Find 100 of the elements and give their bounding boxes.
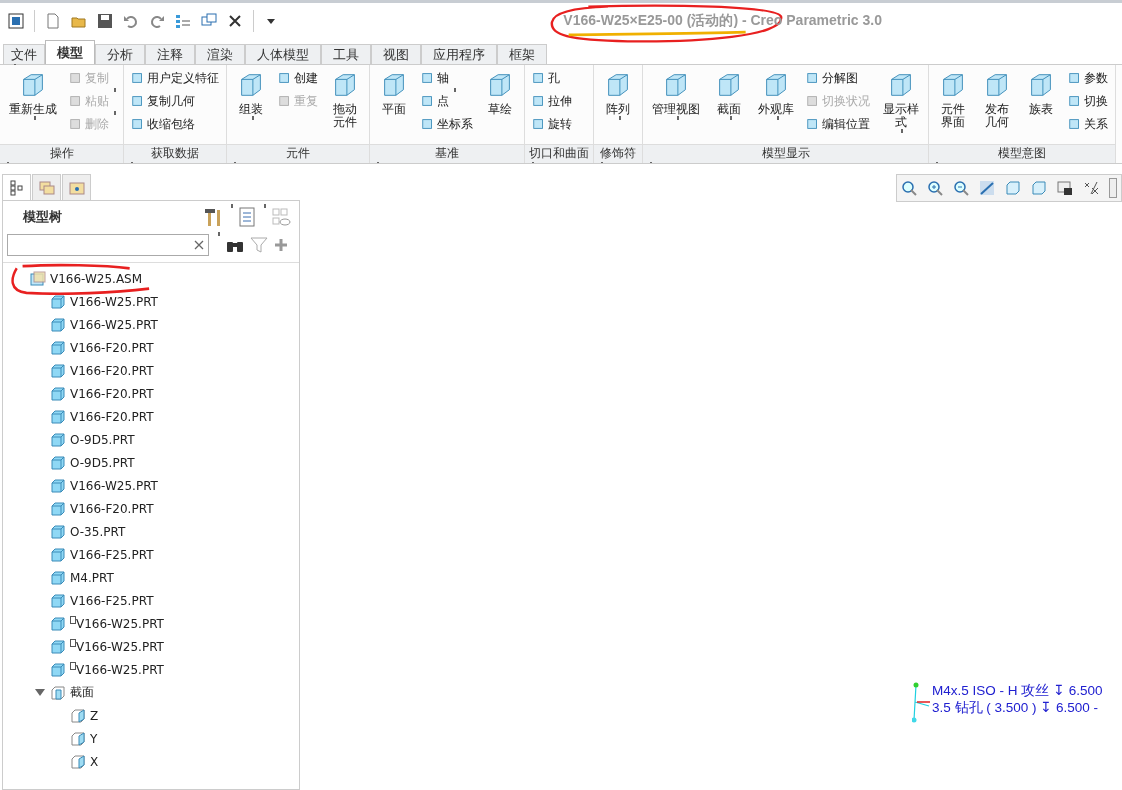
tree-item[interactable]: V166-W25.PRT — [76, 662, 164, 677]
ribbon-button[interactable]: 切换 — [1067, 91, 1110, 111]
zoom-in-icon[interactable] — [927, 180, 943, 196]
ribbon-button[interactable]: 用户定义特征 — [130, 68, 220, 88]
toolbar-button[interactable] — [1109, 178, 1117, 198]
ribbon-button[interactable]: 创建 — [277, 68, 319, 88]
hammer-icon[interactable] — [203, 207, 223, 227]
tree-item[interactable]: V166-W25.PRT — [70, 294, 158, 309]
ribbon-button[interactable]: 平面 — [376, 68, 412, 118]
ribbon-tab[interactable]: 注释 — [145, 44, 195, 64]
tree-item[interactable]: V166-F20.PRT — [70, 501, 154, 516]
ribbon-button[interactable]: 元件界面 — [935, 68, 972, 131]
ribbon-button[interactable]: 分解图 — [805, 68, 871, 88]
ribbon-button[interactable]: 草绘 — [482, 68, 518, 118]
box-icon — [532, 71, 546, 85]
tree-item[interactable]: V166-F25.PRT — [70, 593, 154, 608]
tree-item[interactable]: V166-F25.PRT — [70, 547, 154, 562]
ribbon-button[interactable]: 点 — [420, 91, 474, 111]
group-label[interactable]: 元件 — [227, 144, 369, 163]
group-label[interactable]: 修饰符 — [594, 144, 642, 163]
add-icon[interactable] — [274, 238, 288, 252]
ribbon-button[interactable]: 重新生成 — [6, 68, 60, 140]
repaint-icon[interactable] — [979, 180, 995, 196]
tree-item[interactable]: O-35.PRT — [70, 524, 126, 539]
ribbon-button[interactable]: 管理视图 — [649, 68, 703, 140]
zoom-out-icon[interactable] — [953, 180, 969, 196]
ribbon-button[interactable]: 截面 — [711, 68, 747, 140]
navigator-tab[interactable] — [2, 174, 31, 200]
undo-icon[interactable] — [123, 13, 139, 29]
tree-item[interactable]: V166-F20.PRT — [70, 340, 154, 355]
cube-icon[interactable] — [1005, 180, 1021, 196]
cube-list-icon[interactable] — [1031, 180, 1047, 196]
tree-item[interactable]: Z — [90, 708, 99, 723]
new-file-icon[interactable] — [45, 13, 61, 29]
ribbon-button[interactable]: 显示样式 — [879, 68, 923, 140]
close-icon[interactable] — [227, 13, 243, 29]
list-icon[interactable] — [175, 13, 191, 29]
ribbon-button[interactable]: 族表 — [1023, 68, 1060, 118]
tree-item[interactable]: V166-W25.PRT — [76, 639, 164, 654]
ribbon-button[interactable]: 孔 — [531, 68, 573, 88]
ribbon-tab[interactable]: 工具 — [321, 44, 371, 64]
tree-item[interactable]: V166-F20.PRT — [70, 409, 154, 424]
box-icon — [806, 71, 820, 85]
box-icon — [278, 94, 292, 108]
group-label[interactable]: 基准 — [370, 144, 524, 163]
search-field[interactable] — [7, 234, 209, 256]
ribbon-button[interactable]: 编辑位置 — [805, 114, 871, 134]
ribbon-button[interactable]: 坐标系 — [420, 114, 474, 134]
tree-item[interactable]: V166-W25.PRT — [76, 616, 164, 631]
ribbon-button[interactable]: 轴 — [420, 68, 474, 88]
tree-item[interactable]: Y — [90, 731, 98, 746]
tree-item[interactable]: O-9D5.PRT — [70, 455, 135, 470]
clear-icon[interactable] — [194, 240, 204, 250]
zoom-fit-icon[interactable] — [901, 180, 917, 196]
ribbon-button[interactable]: 发布几何 — [979, 68, 1016, 131]
ribbon-button[interactable]: 拖动元件 — [327, 68, 363, 131]
tree-item[interactable]: V166-W25.ASM — [50, 271, 143, 286]
ribbon-button[interactable]: 组装 — [233, 68, 269, 140]
ribbon-button[interactable]: 旋转 — [531, 114, 573, 134]
ribbon-button[interactable]: 参数 — [1067, 68, 1110, 88]
ribbon-tab[interactable]: 模型 — [45, 40, 95, 64]
windows-icon[interactable] — [201, 13, 217, 29]
ribbon-tab[interactable]: 渲染 — [195, 44, 245, 64]
ribbon-tab[interactable]: 框架 — [497, 44, 547, 64]
ribbon-tab[interactable]: 分析 — [95, 44, 145, 64]
file-menu[interactable]: 文件 — [3, 44, 45, 64]
box-icon — [131, 94, 145, 108]
box-icon — [131, 71, 145, 85]
box-icon — [278, 71, 292, 85]
ribbon-tab[interactable]: 应用程序 — [421, 44, 497, 64]
ribbon-tab[interactable]: 视图 — [371, 44, 421, 64]
save-icon[interactable] — [97, 13, 113, 29]
ribbon-button[interactable]: 阵列 — [600, 68, 636, 140]
group-label[interactable]: 切口和曲面 — [525, 144, 593, 163]
ribbon-button[interactable]: 拉伸 — [531, 91, 573, 111]
datum-icon[interactable] — [1083, 180, 1099, 196]
ribbon-button[interactable]: 复制几何 — [130, 91, 220, 111]
redo-icon[interactable] — [149, 13, 165, 29]
folders-icon — [38, 179, 55, 196]
group-label[interactable]: 模型显示 — [643, 144, 929, 163]
group-label[interactable]: 获取数据 — [124, 144, 226, 163]
window-icon[interactable] — [8, 13, 24, 29]
tree-item[interactable]: X — [90, 754, 99, 769]
tree-item[interactable]: V166-W25.PRT — [70, 317, 158, 332]
hole-note: 3.5 钻孔 ( 3.500 ) ↧ 6.500 - — [932, 699, 1100, 716]
group-label[interactable]: 操作 — [0, 144, 123, 163]
ribbon-button[interactable]: 收缩包络 — [130, 114, 220, 134]
tree-item[interactable]: V166-W25.PRT — [70, 478, 158, 493]
group-label[interactable]: 模型意图 — [929, 144, 1116, 163]
caret-icon[interactable] — [267, 18, 275, 24]
tree-item[interactable]: 截面 — [70, 684, 94, 701]
ribbon-tab[interactable]: 人体模型 — [245, 44, 321, 64]
tree-item[interactable]: M4.PRT — [70, 570, 114, 585]
camera-icon[interactable] — [1057, 180, 1073, 196]
box-icon — [421, 71, 435, 85]
tree-item[interactable]: V166-F20.PRT — [70, 363, 154, 378]
ribbon-button[interactable]: 外观库 — [755, 68, 797, 140]
tree-item[interactable]: O-9D5.PRT — [70, 432, 135, 447]
tree-item[interactable]: V166-F20.PRT — [70, 386, 154, 401]
ribbon-button[interactable]: 关系 — [1067, 114, 1110, 134]
